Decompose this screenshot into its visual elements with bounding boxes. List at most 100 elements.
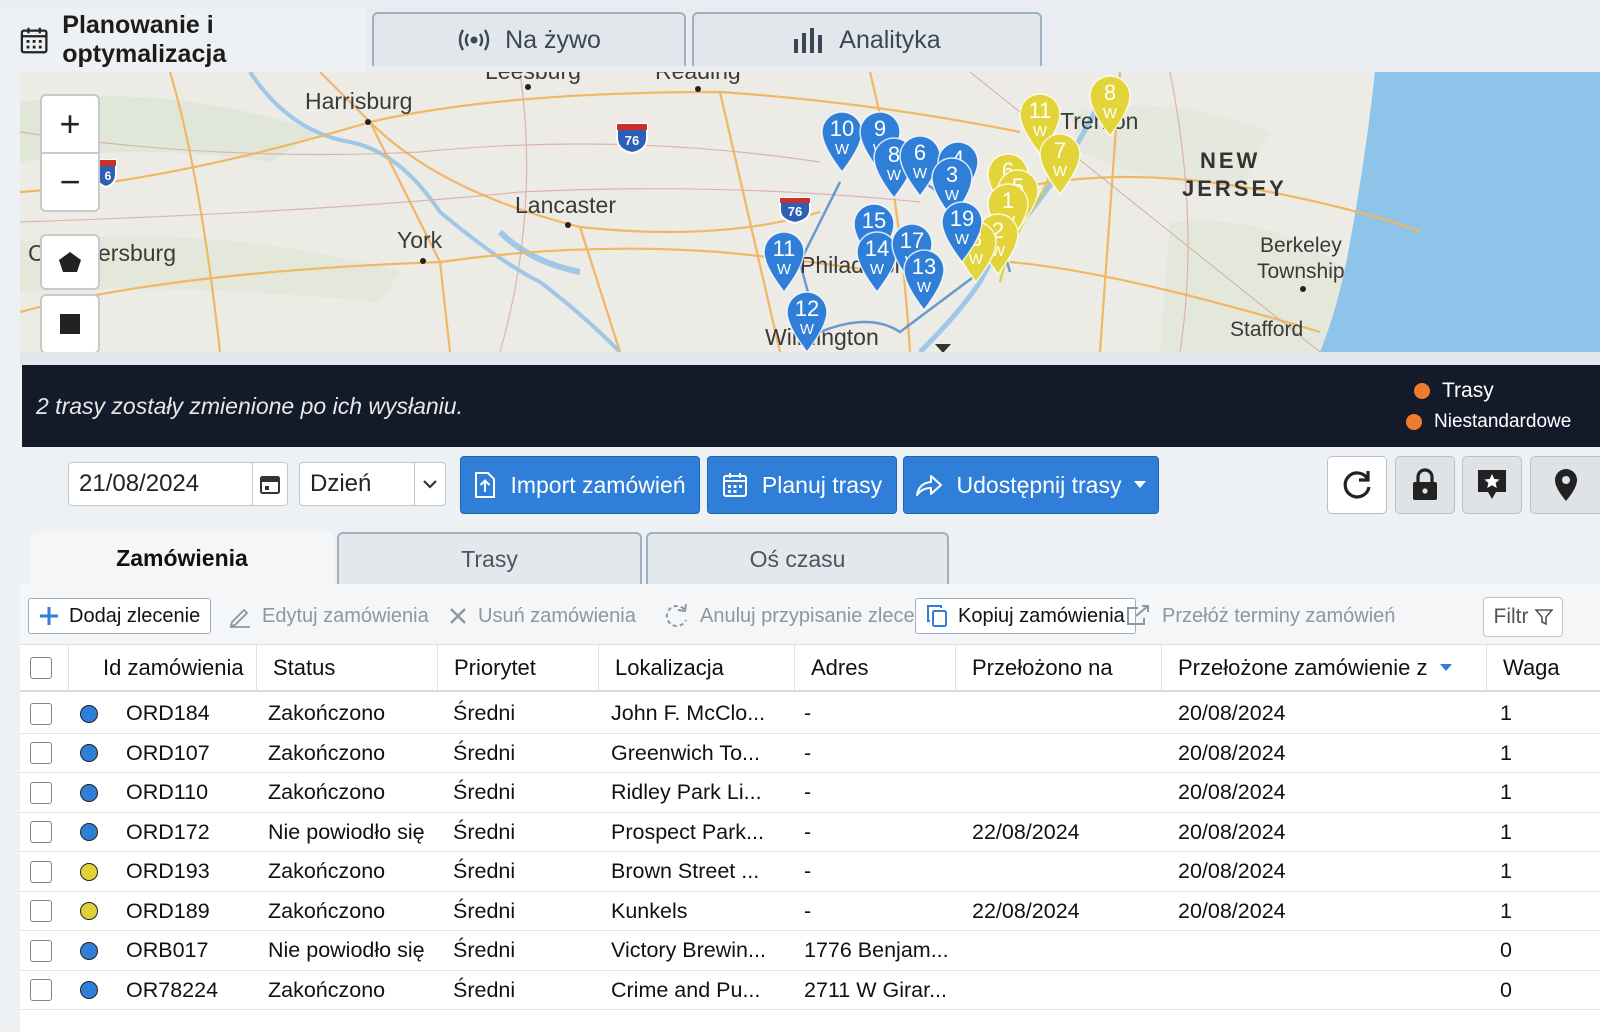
import-orders-button[interactable]: Import zamówień — [460, 456, 700, 514]
route-marker-yellow[interactable]: 7W — [1038, 132, 1082, 196]
cell-address: - — [804, 701, 812, 725]
tab-timeline[interactable]: Oś czasu — [646, 532, 949, 584]
map-label-reading: Reading — [655, 72, 741, 85]
select-all-checkbox[interactable] — [30, 657, 52, 679]
cell-id: ORD189 — [126, 898, 210, 923]
delete-orders-button[interactable]: Usuń zamówienia — [448, 598, 636, 634]
column-header-rescheduled-from[interactable]: Przełożone zamówienie z — [1161, 645, 1486, 691]
cell-status: Zakończono — [268, 859, 386, 883]
cell-rescheduled-to: 22/08/2024 — [972, 898, 1080, 923]
cell-id: ORD107 — [126, 740, 210, 765]
zoom-in-button[interactable]: + — [42, 96, 98, 152]
route-color-dot — [80, 981, 98, 999]
unassign-orders-label: Anuluj przypisanie zleceń — [700, 604, 926, 627]
reschedule-orders-button[interactable]: Przełóż terminy zamówień — [1126, 598, 1395, 634]
row-checkbox[interactable] — [30, 900, 52, 922]
plan-routes-label: Planuj trasy — [761, 471, 883, 498]
city-dot — [565, 222, 571, 228]
tab-orders[interactable]: Zamówienia — [30, 532, 334, 584]
cell-weight: 1 — [1500, 819, 1512, 844]
table-row[interactable]: OR78224 Zakończono Średni Crime and Pu... 27… — [20, 971, 1600, 1010]
row-checkbox[interactable] — [30, 781, 52, 804]
share-routes-button[interactable]: Udostępnij trasy — [903, 456, 1159, 514]
cell-rescheduled-from: 20/08/2024 — [1178, 701, 1286, 725]
column-header-weight[interactable]: Waga — [1486, 645, 1600, 691]
tab-routes[interactable]: Trasy — [337, 532, 642, 584]
table-row[interactable]: ORD172 Nie powiodło się Średni Prospect Par… — [20, 813, 1600, 852]
cell-address: - — [804, 898, 812, 923]
table-row[interactable]: ORD189 Zakończono Średni Kunkels - 22/08/2024… — [20, 892, 1600, 931]
tab-planning-label: Planowanie i optymalizacja — [62, 11, 227, 68]
table-row[interactable]: ORD110 Zakończono Średni Ridley Park Li... -… — [20, 773, 1600, 813]
copy-orders-button[interactable]: Kopiuj zamówienia — [915, 598, 1136, 634]
plan-routes-button[interactable]: Planuj trasy — [707, 456, 897, 514]
city-dot — [695, 86, 701, 92]
route-color-cell — [80, 694, 98, 733]
marker-number: 7 — [1054, 138, 1066, 163]
marker-sub: W — [1103, 105, 1118, 122]
cell-id: ORD110 — [126, 780, 209, 804]
lock-button[interactable] — [1395, 456, 1455, 514]
table-row[interactable]: ORD193 Zakończono Średni Brown Street ... - 2… — [20, 852, 1600, 892]
period-select[interactable]: Dzień — [299, 462, 446, 506]
row-checkbox[interactable] — [30, 860, 52, 883]
route-color-cell — [80, 773, 98, 812]
cell-status: Zakończono — [268, 977, 386, 1002]
route-marker-blue[interactable]: 12W — [785, 290, 829, 352]
highway-number: 76 — [788, 204, 802, 219]
cell-weight: 0 — [1500, 938, 1512, 962]
draw-rectangle-button[interactable] — [40, 294, 100, 352]
date-picker[interactable]: 21/08/2024 — [68, 462, 288, 506]
row-checkbox-cell — [30, 852, 52, 891]
favorite-button[interactable] — [1462, 456, 1522, 514]
draw-polygon-button[interactable] — [40, 234, 100, 290]
polygon-icon — [59, 252, 81, 272]
upload-file-icon — [475, 472, 496, 498]
row-checkbox[interactable] — [30, 821, 52, 843]
tab-analytics[interactable]: Analityka — [692, 12, 1042, 66]
tab-planning[interactable]: Planowanie i optymalizacja — [0, 8, 366, 72]
filter-button[interactable]: Filtr — [1483, 597, 1563, 637]
column-header-priority[interactable]: Priorytet — [437, 645, 598, 691]
route-color-dot — [80, 941, 98, 960]
route-marker-blue[interactable]: 11W — [762, 230, 806, 294]
route-marker-blue[interactable]: 19W — [940, 200, 984, 264]
column-header-rescheduled-to[interactable]: Przełożono na — [955, 645, 1161, 691]
add-order-button[interactable]: Dodaj zlecenie — [28, 598, 212, 634]
column-header-location[interactable]: Lokalizacja — [598, 645, 794, 691]
row-checkbox[interactable] — [30, 939, 52, 962]
column-header-address[interactable]: Adres — [794, 645, 955, 691]
table-row[interactable]: ORD184 Zakończono Średni John F. McClo... - 2… — [20, 694, 1600, 734]
cell-id: ORD172 — [126, 819, 210, 844]
period-value: Dzień — [310, 470, 372, 497]
map-label-lancaster: Lancaster — [515, 192, 617, 218]
marker-sub: W — [777, 261, 792, 278]
cell-location: Crime and Pu... — [611, 977, 761, 1002]
row-checkbox[interactable] — [30, 702, 52, 725]
cell-address: - — [804, 859, 812, 883]
map-label-stafford: Stafford — [1230, 318, 1304, 341]
map-view[interactable]: Harrisburg Lancaster York ersburg C Berk… — [20, 72, 1600, 352]
cell-rescheduled-from: 20/08/2024 — [1178, 898, 1286, 923]
cell-rescheduled-to: 22/08/2024 — [972, 819, 1080, 844]
cell-id: OR78224 — [126, 977, 219, 1002]
tab-live[interactable]: Na żywo — [372, 12, 686, 66]
refresh-button[interactable] — [1327, 456, 1387, 514]
route-marker-yellow[interactable]: 8W — [1088, 74, 1132, 138]
collapse-map-icon[interactable] — [935, 344, 951, 352]
highway-shield-icon: 76 — [779, 197, 811, 224]
zoom-out-button[interactable]: − — [42, 154, 98, 210]
table-row[interactable]: ORD107 Zakończono Średni Greenwich To... - 20… — [20, 734, 1600, 773]
column-header-id[interactable]: Id zamówienia — [68, 645, 256, 691]
edit-orders-button[interactable]: Edytuj zamówienia — [228, 598, 429, 634]
cell-location: Kunkels — [611, 898, 688, 923]
calendar-icon[interactable] — [252, 463, 287, 505]
location-button[interactable] — [1530, 456, 1600, 514]
table-row[interactable]: ORB017 Nie powiodło się Średni Victory Brew… — [20, 931, 1600, 971]
row-checkbox[interactable] — [30, 979, 52, 1001]
unassign-orders-button[interactable]: Anuluj przypisanie zleceń — [662, 598, 926, 634]
column-header-status[interactable]: Status — [256, 645, 437, 691]
reschedule-orders-label: Przełóż terminy zamówień — [1162, 604, 1396, 627]
row-checkbox[interactable] — [30, 742, 52, 764]
route-color-cell — [80, 734, 98, 773]
